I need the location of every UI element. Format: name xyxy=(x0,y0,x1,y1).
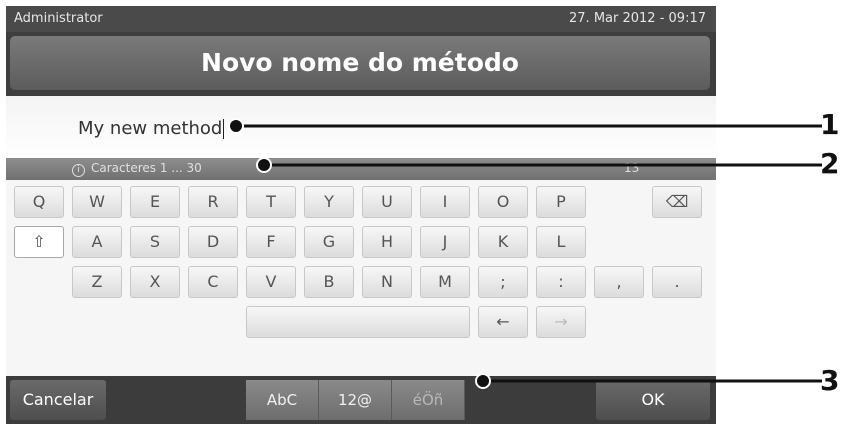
callout-dot-3 xyxy=(475,373,491,389)
callout-number-3: 3 xyxy=(820,364,840,397)
callout-lines xyxy=(228,118,822,389)
callout-dot-2 xyxy=(256,157,272,173)
callout-dot-1 xyxy=(228,118,244,134)
callout-number-1: 1 xyxy=(820,108,840,141)
callout-number-2: 2 xyxy=(820,147,840,180)
